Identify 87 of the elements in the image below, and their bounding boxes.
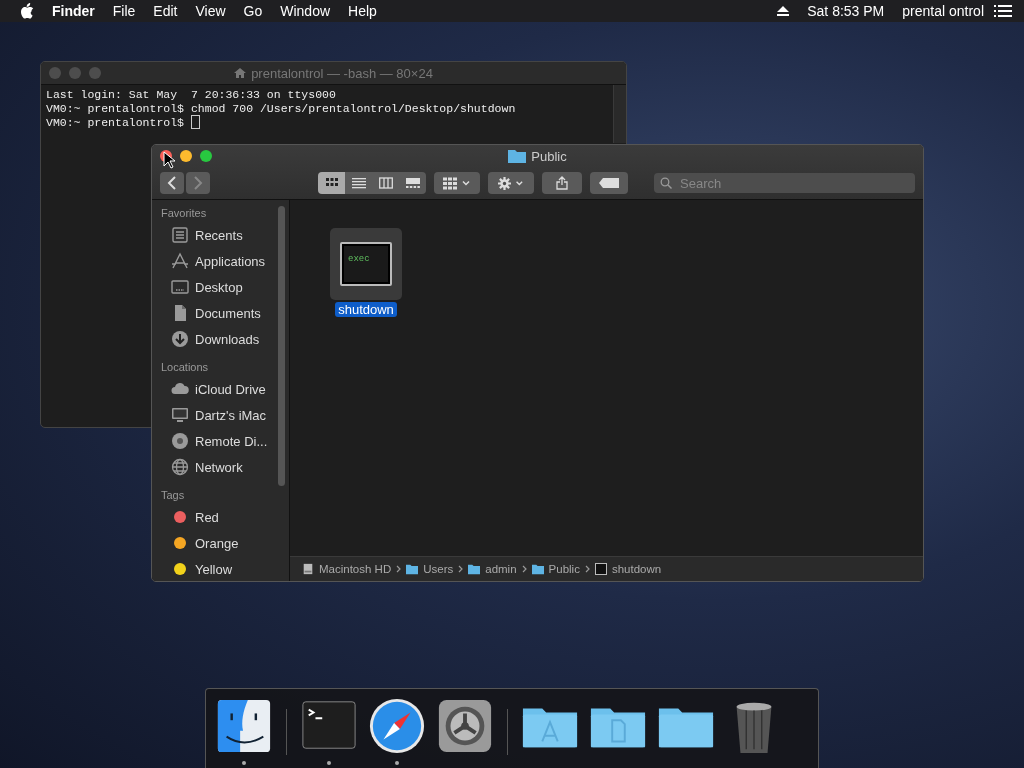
grid-dropdown-icon <box>443 176 471 190</box>
list-icon <box>351 177 366 189</box>
search-icon <box>660 177 672 189</box>
apple-logo-icon[interactable] <box>20 3 34 19</box>
terminal-line: VM0:~ prentalontrol$ chmod 700 /Users/prentalontrol/Desktop/shutdown <box>46 101 516 115</box>
zoom-button[interactable] <box>200 150 212 162</box>
gallery-view-button[interactable] <box>399 172 426 194</box>
sidebar-item[interactable]: Applications <box>195 253 266 269</box>
path-item[interactable]: shutdown <box>611 563 662 575</box>
sidebar-item[interactable]: Recents <box>195 227 243 243</box>
scrollbar[interactable] <box>278 206 285 486</box>
folder-icon <box>508 149 527 163</box>
sidebar-item[interactable]: Dartz's iMac <box>195 407 267 423</box>
settings-button[interactable] <box>488 172 534 194</box>
apps-icon <box>171 252 189 270</box>
house-icon <box>234 67 247 79</box>
smiling-face-app-icon[interactable] <box>215 697 273 755</box>
sidebar-item[interactable]: Network <box>195 459 243 475</box>
monitor-icon <box>171 278 189 296</box>
path-item[interactable]: Users <box>423 563 454 575</box>
compass-app-icon[interactable] <box>368 697 426 755</box>
folder-icon <box>468 563 481 575</box>
path-item[interactable]: Macintosh HD <box>319 563 392 575</box>
mouse-pointer-icon <box>163 151 175 169</box>
globe-icon <box>171 458 189 476</box>
chevron-icon <box>521 565 527 573</box>
sidebar-item[interactable]: Documents <box>195 305 261 321</box>
share-button[interactable] <box>542 172 582 194</box>
gear-dropdown-icon <box>497 176 525 190</box>
tag-icon <box>599 178 619 188</box>
chevron-left-icon <box>167 176 177 190</box>
terminal-line: VM0:~ prentalontrol$ <box>46 115 186 129</box>
sidebar-item[interactable]: Desktop <box>195 279 243 295</box>
terminal-line: Last login: Sat May 7 20:36:33 on ttys000 <box>46 87 336 101</box>
search-input[interactable]: Search <box>678 174 909 192</box>
chevron-icon <box>458 565 464 573</box>
menu-item[interactable]: Help <box>348 3 377 19</box>
text-cursor <box>190 115 200 129</box>
folder-icon <box>531 563 544 575</box>
icons-view-button[interactable] <box>318 172 345 194</box>
sidebar-item[interactable]: Downloads <box>195 331 260 347</box>
share-icon <box>556 176 568 190</box>
chevron-icon <box>584 565 590 573</box>
sidebar-heading: Favorites <box>161 206 208 221</box>
executable-file-icon[interactable]: exec <box>330 228 402 300</box>
chevron-icon <box>396 565 402 573</box>
user-name[interactable]: prental ontrol <box>902 3 984 19</box>
menu-clock[interactable]: Sat 8:53 PM <box>807 3 885 19</box>
sidebar-item[interactable]: Yellow <box>195 561 233 577</box>
badge-label: exec <box>348 254 370 264</box>
minimize-button[interactable] <box>180 150 192 162</box>
sidebar-item[interactable]: Red <box>195 509 219 525</box>
window-title: prentalontrol — -bash — 80×24 <box>251 65 433 81</box>
menu-item[interactable]: File <box>112 3 136 19</box>
computer-icon <box>171 406 189 424</box>
sidebar-item[interactable]: iCloud Drive <box>195 381 266 397</box>
sidebar-heading: Locations <box>161 360 210 375</box>
terminal-file-icon <box>594 563 607 575</box>
menu-item[interactable]: Window <box>280 3 331 19</box>
menu-item[interactable]: View <box>195 3 226 19</box>
disc-icon <box>171 432 189 450</box>
gear-app-icon[interactable] <box>436 697 494 755</box>
eject-icon[interactable] <box>777 6 790 16</box>
sidebar-item[interactable]: Remote Di... <box>195 433 268 449</box>
search-field[interactable]: Search <box>654 173 915 193</box>
document-list-icon <box>171 226 189 244</box>
chevron-right-icon <box>193 176 203 190</box>
file-name[interactable]: shutdown <box>335 302 397 317</box>
columns-icon <box>378 177 393 189</box>
grid-icon <box>324 177 339 189</box>
group-button[interactable] <box>434 172 480 194</box>
menu-item[interactable]: Go <box>243 3 263 19</box>
sidebar-item[interactable]: Orange <box>195 535 239 551</box>
window-title: Public <box>531 148 567 164</box>
download-icon <box>171 330 189 348</box>
path-item[interactable]: admin <box>485 563 517 575</box>
scrollbar[interactable] <box>613 85 626 143</box>
folder-icon <box>406 563 419 575</box>
list-view-button[interactable] <box>345 172 372 194</box>
tag-button[interactable] <box>590 172 628 194</box>
gallery-icon <box>405 177 420 189</box>
back-button[interactable] <box>160 172 184 194</box>
menu-list-icon[interactable] <box>994 5 1012 17</box>
menu-item[interactable]: Finder <box>52 3 95 19</box>
path-item[interactable]: Public <box>548 563 580 575</box>
sidebar-heading: Tags <box>161 488 186 503</box>
menu-item[interactable]: Edit <box>153 3 178 19</box>
